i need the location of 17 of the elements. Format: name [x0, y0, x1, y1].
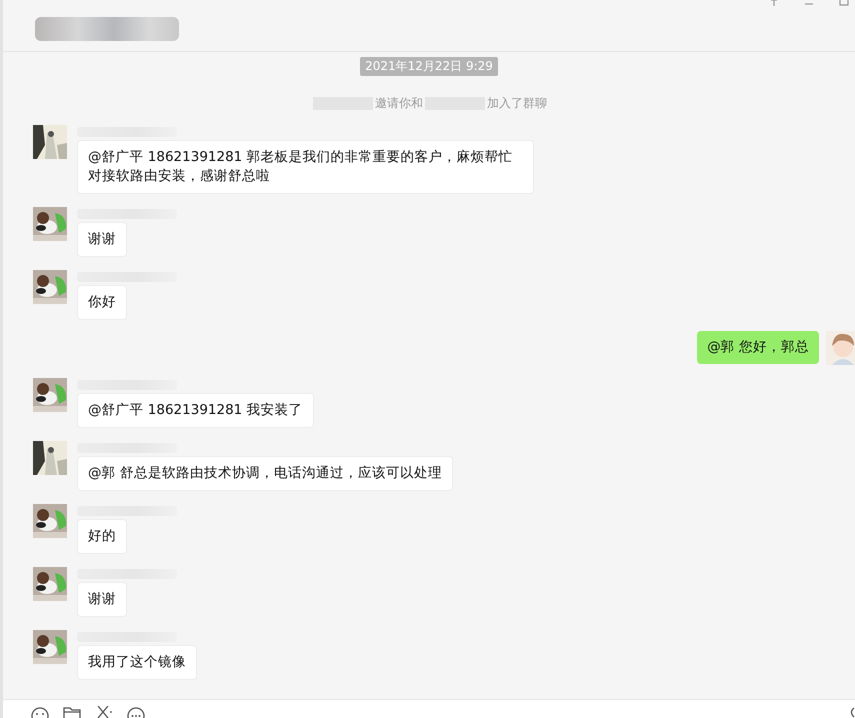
message-bubble: 好的: [77, 519, 127, 554]
emoji-icon[interactable]: [30, 706, 50, 718]
message-bubble: @舒广平 18621391281 我安装了: [77, 393, 314, 428]
chat-icon[interactable]: [126, 706, 146, 718]
timestamp: 2021年12月22日 9:29: [360, 57, 498, 76]
system-message: 加入了群聊: [487, 95, 547, 111]
message-bubble: 你好: [77, 285, 127, 320]
pin-icon[interactable]: [769, 0, 779, 6]
maximize-icon[interactable]: [839, 0, 849, 6]
message-bubble: @郭 您好，郭总: [697, 331, 819, 364]
message-bubble: 我用了这个镜像: [77, 645, 197, 680]
message-bubble: 谢谢: [77, 222, 127, 257]
folder-icon[interactable]: [62, 706, 82, 718]
message-bubble: @郭 舒总是软路由技术协调，电话沟通过，应该可以处理: [77, 456, 453, 491]
system-message: 邀请你和: [375, 95, 423, 111]
message-bubble: @舒广平 18621391281 郭老板是我们的非常重要的客户，麻烦帮忙对接软路由安装，感谢舒总啦: [77, 140, 534, 194]
message-bubble: 谢谢: [77, 582, 127, 617]
